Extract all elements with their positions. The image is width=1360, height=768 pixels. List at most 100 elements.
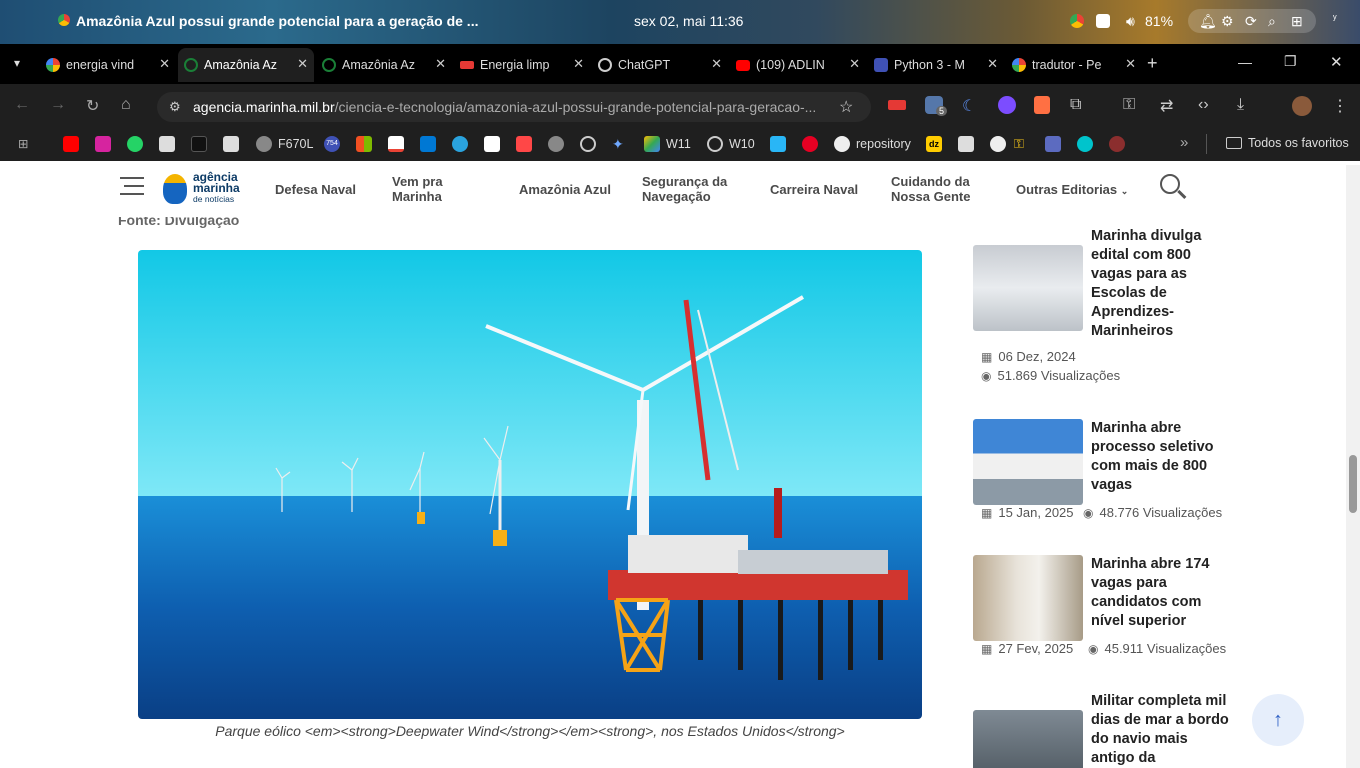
gear-icon[interactable]: ⚙	[1221, 13, 1234, 30]
bookmark-tiktok[interactable]	[191, 136, 213, 152]
bookmark-web[interactable]	[548, 136, 570, 152]
translate-icon[interactable]: ⇄	[1160, 96, 1173, 116]
tab-2[interactable]: Amazônia Az ✕	[316, 48, 452, 82]
tab-0[interactable]: energia vind ✕	[40, 48, 176, 82]
user-icon[interactable]: ʸ	[1333, 13, 1337, 25]
close-icon[interactable]: ✕	[573, 56, 584, 72]
bookmark-amazon[interactable]	[484, 136, 506, 152]
bookmark-pinterest[interactable]	[802, 136, 824, 152]
back-to-top-button[interactable]: ↑	[1252, 694, 1304, 746]
tab-6[interactable]: Python 3 - M ✕	[868, 48, 1004, 82]
bookmark-f670l[interactable]: F670L	[256, 136, 313, 152]
nav-outras-editorias[interactable]: Outras Editorias ⌄	[1016, 182, 1128, 199]
profile-avatar[interactable]	[1292, 96, 1312, 116]
extension-icon-2[interactable]	[1034, 96, 1050, 114]
extension-icon[interactable]	[998, 96, 1016, 114]
nav-seguranca-navegacao[interactable]: Segurança da Navegação	[642, 174, 742, 204]
bookmark-youtube[interactable]	[63, 136, 85, 152]
tab-search-icon[interactable]: ▾	[14, 56, 20, 70]
scrollbar-thumb[interactable]	[1349, 455, 1357, 513]
restore-button[interactable]: ❐	[1284, 53, 1297, 70]
bookmark-key[interactable]: ⚿	[1014, 136, 1036, 152]
bookmark-outlook[interactable]	[420, 136, 442, 152]
bookmark-app[interactable]	[159, 136, 181, 152]
bookmark-gmail[interactable]	[388, 136, 410, 152]
key-icon[interactable]: ⚿	[1123, 96, 1135, 114]
close-icon[interactable]: ✕	[297, 56, 308, 72]
app-status-icon[interactable]	[1096, 14, 1110, 28]
address-bar[interactable]: ⚙ agencia.marinha.mil.br/ciencia-e-tecno…	[157, 92, 871, 122]
tab-3[interactable]: Energia limp ✕	[454, 48, 590, 82]
nav-cuidando-nossa-gente[interactable]: Cuidando da Nossa Gente	[891, 174, 991, 204]
bookmark-instagram[interactable]	[95, 136, 117, 152]
menu-kebab-icon[interactable]: ⋮	[1332, 96, 1348, 116]
bookmark-repository[interactable]: repository	[834, 136, 911, 152]
bookmark-microsoft[interactable]	[356, 136, 378, 152]
minimize-button[interactable]: —	[1238, 54, 1252, 70]
bookmark-github[interactable]	[990, 136, 1012, 152]
close-icon[interactable]: ✕	[711, 56, 722, 72]
sidebar-thumb-2[interactable]	[973, 419, 1083, 505]
search-icon[interactable]: ⌕	[1268, 13, 1276, 30]
close-icon[interactable]: ✕	[159, 56, 170, 72]
close-icon[interactable]: ✕	[849, 56, 860, 72]
site-info-icon[interactable]: ⚙	[169, 99, 181, 115]
moon-icon[interactable]: ☾	[962, 96, 976, 116]
grid-icon[interactable]: ⊞	[1291, 13, 1303, 30]
bookmark-shield[interactable]	[1109, 136, 1131, 152]
nav-amazonia-azul[interactable]: Amazônia Azul	[519, 182, 611, 197]
article-image[interactable]	[138, 250, 922, 719]
close-icon[interactable]: ✕	[987, 56, 998, 72]
site-logo[interactable]: agência marinha de notícias	[163, 171, 243, 210]
bell-icon[interactable]: 🔔︎	[1199, 13, 1217, 30]
bookmark-cloud[interactable]	[770, 136, 792, 152]
star-icon[interactable]: ☆	[839, 97, 853, 117]
bookmark-telegram[interactable]	[452, 136, 474, 152]
chrome-status-icon[interactable]	[1070, 14, 1084, 28]
sidebar-thumb-4[interactable]	[973, 710, 1083, 768]
close-icon[interactable]: ✕	[435, 56, 446, 72]
sidebar-thumb-1[interactable]	[973, 245, 1083, 331]
refresh-icon[interactable]: ⟳	[1245, 13, 1257, 30]
tab-7[interactable]: tradutor - Pe ✕	[1006, 48, 1142, 82]
nav-defesa-naval[interactable]: Defesa Naval	[275, 182, 356, 197]
home-icon[interactable]: ⌂	[121, 96, 131, 114]
sidebar-title-4[interactable]: Militar completa mil dias de mar a bordo…	[1091, 692, 1231, 768]
bookmark-app-4[interactable]	[1045, 136, 1067, 152]
bookmark-aliexpress[interactable]	[516, 136, 538, 152]
bookmark-dz[interactable]: dz	[926, 136, 948, 152]
bpr-extension-icon[interactable]	[888, 100, 906, 110]
bookmark-chatgpt[interactable]	[580, 136, 602, 152]
nav-vem-pra-marinha[interactable]: Vem pra Marinha	[392, 174, 462, 204]
search-icon[interactable]	[1160, 174, 1187, 199]
new-tab-button[interactable]: +	[1147, 53, 1158, 74]
download-icon[interactable]: ⤓	[1237, 96, 1244, 114]
bookmark-w11[interactable]: W11	[644, 136, 691, 152]
code-icon[interactable]: ‹›	[1198, 96, 1209, 114]
tab-5[interactable]: (109) ADLIN ✕	[730, 48, 866, 82]
extensions-puzzle-icon[interactable]: ⧉	[1070, 96, 1081, 114]
battery-level[interactable]: 81%	[1145, 13, 1173, 29]
clock[interactable]: sex 02, mai 11:36	[634, 13, 743, 29]
apps-grid-icon[interactable]: ⊞	[18, 136, 28, 151]
more-bookmarks-button[interactable]: »	[1180, 134, 1188, 151]
bookmark-app-2[interactable]	[223, 136, 245, 152]
close-icon[interactable]: ✕	[1125, 56, 1136, 72]
all-bookmarks-folder[interactable]: Todos os favoritos	[1226, 136, 1349, 150]
sidebar-title-1[interactable]: Marinha divulga edital com 800 vagas par…	[1091, 227, 1231, 341]
hamburger-menu-icon[interactable]	[120, 177, 144, 195]
bookmark-app-3[interactable]	[958, 136, 980, 152]
bookmark-whatsapp[interactable]	[127, 136, 149, 152]
bookmark-canva[interactable]	[1077, 136, 1099, 152]
tab-1[interactable]: Amazônia Az ✕	[178, 48, 314, 82]
page-scrollbar[interactable]	[1346, 165, 1360, 768]
back-icon[interactable]: ←	[14, 96, 30, 114]
bookmark-w10[interactable]: W10	[707, 136, 755, 152]
close-window-button[interactable]: ✕	[1330, 53, 1343, 71]
volume-icon[interactable]: 🔊︎	[1126, 13, 1135, 30]
nav-carreira-naval[interactable]: Carreira Naval	[770, 182, 858, 197]
bookmark-gemini[interactable]: ✦	[612, 136, 634, 152]
reload-icon[interactable]: ↻	[86, 96, 99, 116]
tab-4[interactable]: ChatGPT ✕	[592, 48, 728, 82]
bookmark-754[interactable]: 754	[324, 136, 346, 152]
